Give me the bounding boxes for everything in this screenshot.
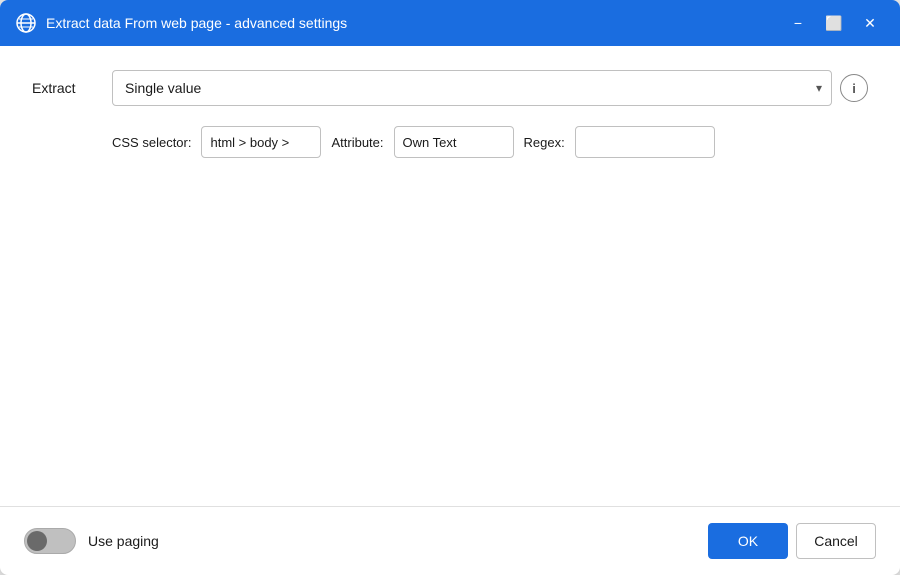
- toggle-track: [24, 528, 76, 554]
- extract-select-wrapper: Single value List of values Table ▾: [112, 70, 832, 106]
- use-paging-label: Use paging: [88, 533, 159, 549]
- title-bar: Extract data From web page - advanced se…: [0, 0, 900, 46]
- cancel-button[interactable]: Cancel: [796, 523, 876, 559]
- window-controls: − ⬜ ✕: [784, 9, 884, 37]
- dialog-footer: Use paging OK Cancel: [0, 506, 900, 575]
- css-selector-input[interactable]: [201, 126, 321, 158]
- globe-icon: [16, 13, 36, 33]
- css-attribute-row: CSS selector: Attribute: Regex:: [112, 126, 868, 158]
- content-spacer: [32, 178, 868, 482]
- dialog-title: Extract data From web page - advanced se…: [46, 15, 784, 31]
- attribute-label: Attribute:: [331, 135, 383, 150]
- paging-section: Use paging: [24, 528, 159, 554]
- regex-input[interactable]: [575, 126, 715, 158]
- css-selector-label: CSS selector:: [112, 135, 191, 150]
- extract-select[interactable]: Single value List of values Table: [112, 70, 832, 106]
- extract-controls: Single value List of values Table ▾ i: [112, 70, 868, 106]
- ok-button[interactable]: OK: [708, 523, 788, 559]
- minimize-button[interactable]: −: [784, 9, 812, 37]
- close-button[interactable]: ✕: [856, 9, 884, 37]
- extract-row: Extract Single value List of values Tabl…: [32, 70, 868, 106]
- toggle-thumb: [27, 531, 47, 551]
- use-paging-toggle[interactable]: [24, 528, 76, 554]
- dialog-content: Extract Single value List of values Tabl…: [0, 46, 900, 506]
- info-icon: i: [852, 81, 856, 96]
- extract-label: Extract: [32, 80, 112, 96]
- maximize-button[interactable]: ⬜: [820, 9, 848, 37]
- info-button[interactable]: i: [840, 74, 868, 102]
- dialog-window: Extract data From web page - advanced se…: [0, 0, 900, 575]
- regex-label: Regex:: [524, 135, 565, 150]
- attribute-input[interactable]: [394, 126, 514, 158]
- footer-buttons: OK Cancel: [708, 523, 876, 559]
